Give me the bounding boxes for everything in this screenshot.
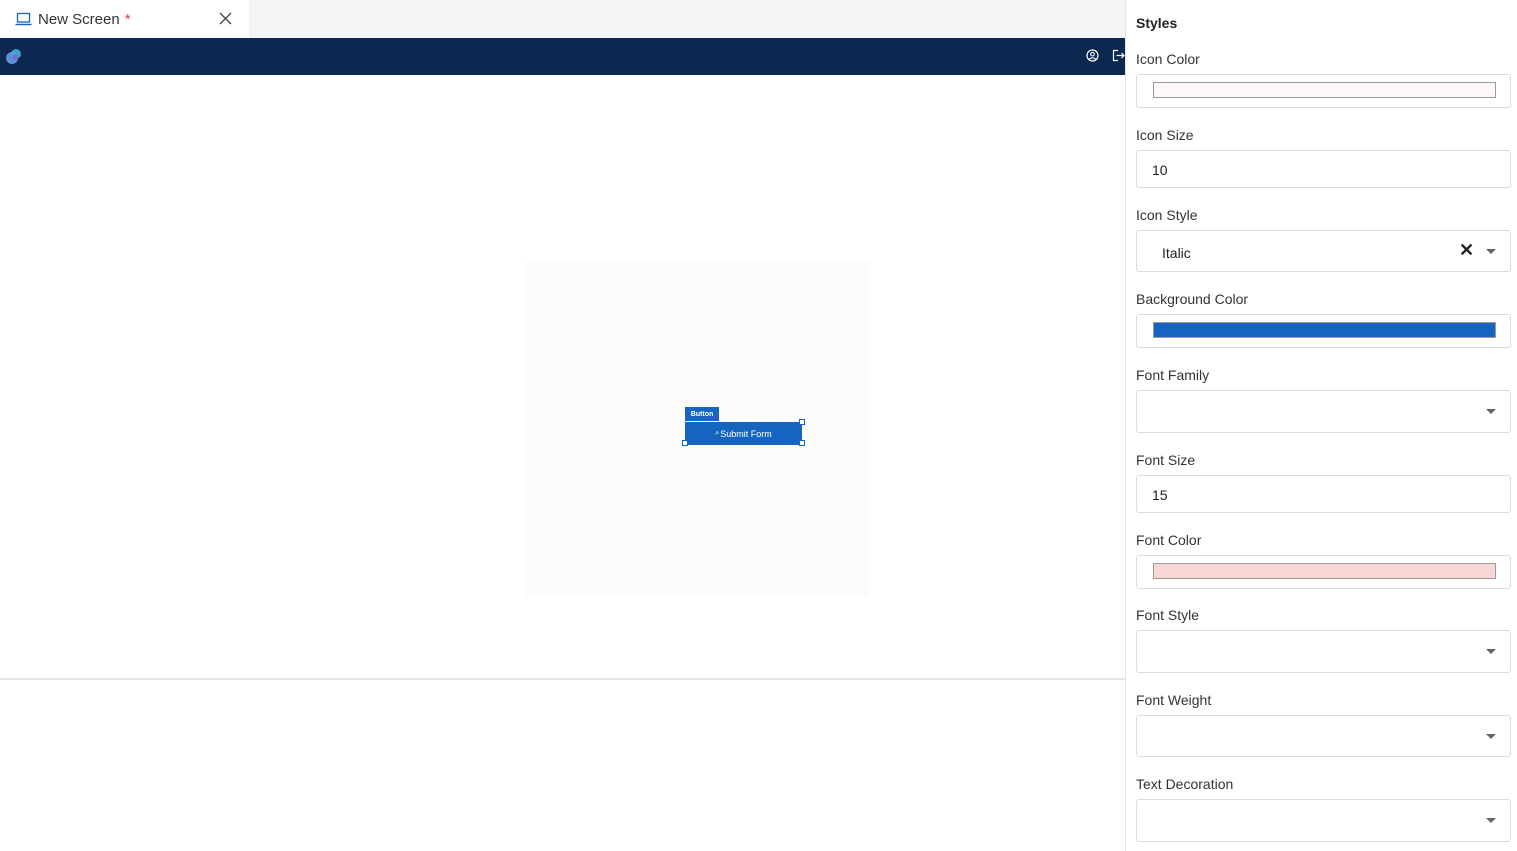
design-canvas[interactable] xyxy=(0,75,1125,680)
font-size-input[interactable]: 15 xyxy=(1136,475,1511,513)
logout-icon[interactable] xyxy=(1112,49,1125,62)
icon-size-label: Icon Size xyxy=(1136,127,1194,143)
icon-color-field[interactable] xyxy=(1136,74,1511,108)
chevron-down-icon[interactable] xyxy=(1486,734,1496,739)
chevron-down-icon[interactable] xyxy=(1486,649,1496,654)
app-logo-icon xyxy=(6,49,21,64)
text-decoration-select[interactable] xyxy=(1136,799,1511,842)
icon-color-swatch[interactable] xyxy=(1153,82,1496,98)
submit-form-button[interactable]: ⌕ Submit Form xyxy=(685,422,802,445)
styles-panel: Styles Icon Color Icon Size 10 Icon Styl… xyxy=(1125,0,1517,851)
icon-style-select[interactable]: Italic ✕ xyxy=(1136,230,1511,272)
background-color-field[interactable] xyxy=(1136,314,1511,348)
panel-title: Styles xyxy=(1136,15,1178,31)
chevron-down-icon[interactable] xyxy=(1486,249,1496,254)
icon-size-value: 10 xyxy=(1152,162,1168,178)
font-style-select[interactable] xyxy=(1136,630,1511,673)
clear-selection-icon[interactable]: ✕ xyxy=(1459,240,1474,261)
unsaved-indicator: * xyxy=(124,10,131,28)
close-icon[interactable] xyxy=(218,11,233,26)
text-decoration-label: Text Decoration xyxy=(1136,776,1234,792)
app-header-bar xyxy=(0,38,1125,75)
chevron-down-icon[interactable] xyxy=(1486,409,1496,414)
tab-new-screen[interactable]: New Screen * xyxy=(0,0,249,38)
font-style-label: Font Style xyxy=(1136,607,1200,623)
resize-handle-top-right[interactable] xyxy=(799,419,805,425)
background-color-swatch[interactable] xyxy=(1153,322,1496,338)
tab-bar: New Screen * xyxy=(0,0,1125,38)
font-family-select[interactable] xyxy=(1136,390,1511,433)
laptop-icon xyxy=(15,12,32,26)
button-icon: ⌕ xyxy=(715,429,720,437)
button-label: Submit Form xyxy=(720,428,772,439)
icon-color-label: Icon Color xyxy=(1136,51,1200,67)
font-color-field[interactable] xyxy=(1136,555,1511,589)
icon-style-label: Icon Style xyxy=(1136,207,1198,223)
icon-size-input[interactable]: 10 xyxy=(1136,150,1511,188)
font-weight-label: Font Weight xyxy=(1136,692,1212,708)
font-family-label: Font Family xyxy=(1136,367,1210,383)
chevron-down-icon[interactable] xyxy=(1486,818,1496,823)
user-account-icon[interactable] xyxy=(1086,49,1099,62)
font-weight-select[interactable] xyxy=(1136,715,1511,757)
font-size-label: Font Size xyxy=(1136,452,1196,468)
resize-handle-bottom-right[interactable] xyxy=(799,440,805,446)
font-color-swatch[interactable] xyxy=(1153,563,1496,579)
tab-title: New Screen xyxy=(38,10,120,28)
background-color-label: Background Color xyxy=(1136,291,1249,307)
font-color-label: Font Color xyxy=(1136,532,1202,548)
resize-handle-bottom-left[interactable] xyxy=(682,440,688,446)
font-size-value: 15 xyxy=(1152,487,1168,503)
icon-style-value: Italic xyxy=(1162,245,1191,261)
selected-component-type-tag: Button xyxy=(685,407,719,421)
